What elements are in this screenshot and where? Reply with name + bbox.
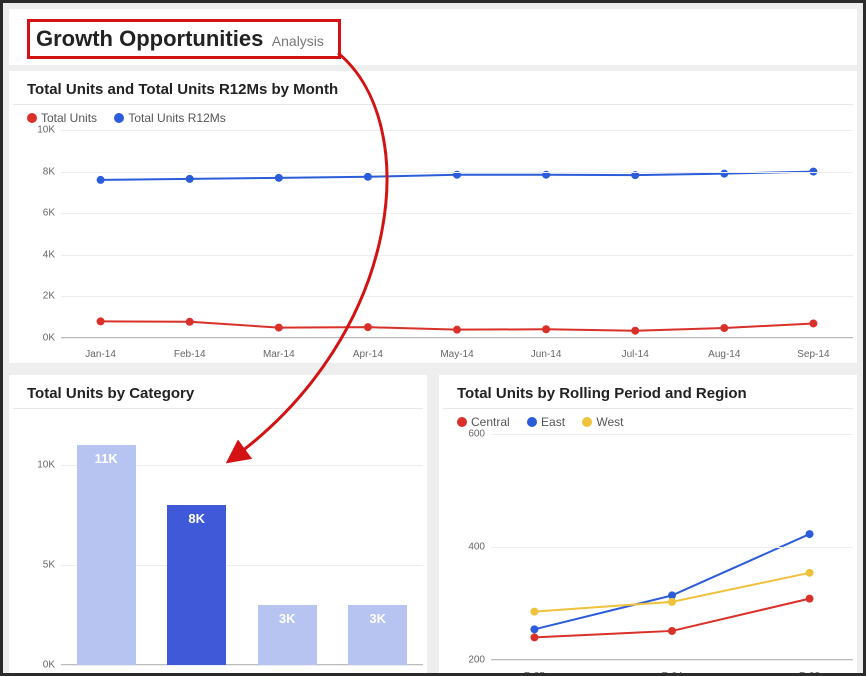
y-tick-label: 6K (13, 208, 61, 219)
legend-item[interactable]: Central (457, 415, 510, 429)
legend-item[interactable]: West (582, 415, 623, 429)
bar-value-label: 8K (167, 511, 226, 526)
legend-dot-icon (457, 417, 467, 427)
x-axis: RuralUrbanMixYouth (61, 669, 423, 676)
legend-dot-icon (27, 113, 37, 123)
page-subtitle: Analysis (268, 33, 324, 49)
x-tick-label: P-03 (799, 671, 820, 676)
chart-title: Total Units and Total Units R12Ms by Mon… (13, 81, 853, 105)
bar[interactable]: 11K (77, 445, 136, 665)
legend-dot-icon (114, 113, 124, 123)
chart-card-units-by-region: Total Units by Rolling Period and Region… (439, 375, 857, 676)
y-axis: 0K2K4K6K8K10K (13, 130, 61, 360)
y-tick-label: 10K (13, 125, 61, 136)
x-tick-label: May-14 (440, 349, 473, 360)
x-tick-label: Apr-14 (353, 349, 383, 360)
bottom-row: Total Units by Category 0K 5K 10K 11K 8K 3K 3… (3, 369, 863, 676)
chart-legend: Central East West (443, 409, 853, 430)
chart-card-units-by-month: Total Units and Total Units R12Ms by Mon… (9, 71, 857, 363)
legend-label: Total Units R12Ms (128, 111, 225, 125)
bar-chart[interactable]: 0K 5K 10K 11K 8K 3K 3K RuralUrbanMixYouth (13, 415, 423, 676)
chart-legend: Total Units Total Units R12Ms (13, 105, 853, 126)
legend-dot-icon (582, 417, 592, 427)
page-title-highlight: Growth Opportunities Analysis (27, 19, 341, 59)
legend-dot-icon (527, 417, 537, 427)
bar-value-label: 11K (77, 451, 136, 466)
legend-label: Total Units (41, 111, 97, 125)
y-axis: 200400600 (443, 434, 491, 676)
legend-item[interactable]: Total Units (27, 111, 97, 125)
bar-value-label: 3K (258, 611, 317, 626)
x-tick-label: Feb-14 (174, 349, 206, 360)
y-tick-label: 600 (443, 429, 491, 440)
x-tick-label: P-04 (661, 671, 682, 676)
x-tick-label: Sep-14 (797, 349, 829, 360)
x-tick-label: Jan-14 (85, 349, 116, 360)
legend-item[interactable]: Total Units R12Ms (114, 111, 225, 125)
page-title: Growth Opportunities (36, 26, 263, 51)
y-tick-label: 4K (13, 249, 61, 260)
dashboard-page: Growth Opportunities Analysis Total Unit… (0, 0, 866, 676)
y-tick-label: 2K (13, 291, 61, 302)
y-tick-label: 400 (443, 542, 491, 553)
x-tick-label: Aug-14 (708, 349, 740, 360)
x-tick-label: P-05 (524, 671, 545, 676)
bar[interactable]: 8K (167, 505, 226, 665)
x-tick-label: Mar-14 (263, 349, 295, 360)
x-tick-label: Jul-14 (622, 349, 649, 360)
legend-item[interactable]: East (527, 415, 565, 429)
x-axis: Jan-14 Feb-14 Mar-14 Apr-14 May-14 Jun-14 Jul-… (61, 342, 853, 360)
line-chart[interactable]: 200400600 P-05P-04P-03 (443, 434, 853, 676)
chart-title: Total Units by Category (13, 385, 423, 409)
plot-area (491, 434, 853, 660)
chart-card-units-by-category: Total Units by Category 0K 5K 10K 11K 8K 3K 3… (9, 375, 427, 676)
y-axis: 0K 5K 10K (13, 415, 61, 676)
page-header: Growth Opportunities Analysis (9, 9, 857, 65)
plot-area (61, 130, 853, 338)
line-chart[interactable]: 0K2K4K6K8K10K Jan-14Feb-14Mar-14Apr-14Ma… (13, 130, 853, 360)
y-tick-label: 5K (13, 560, 61, 571)
legend-label: Central (471, 415, 510, 429)
x-axis: P-05 P-04 P-03 (491, 664, 853, 676)
y-tick-label: 0K (13, 660, 61, 671)
y-tick-label: 200 (443, 655, 491, 666)
bar[interactable]: 3K (348, 605, 407, 665)
bar[interactable]: 3K (258, 605, 317, 665)
legend-label: East (541, 415, 565, 429)
legend-label: West (596, 415, 623, 429)
y-tick-label: 8K (13, 166, 61, 177)
y-tick-label: 10K (13, 460, 61, 471)
chart-title: Total Units by Rolling Period and Region (443, 385, 853, 409)
plot-area: 11K 8K 3K 3K (61, 415, 423, 665)
y-tick-label: 0K (13, 333, 61, 344)
x-tick-label: Jun-14 (531, 349, 562, 360)
bar-value-label: 3K (348, 611, 407, 626)
